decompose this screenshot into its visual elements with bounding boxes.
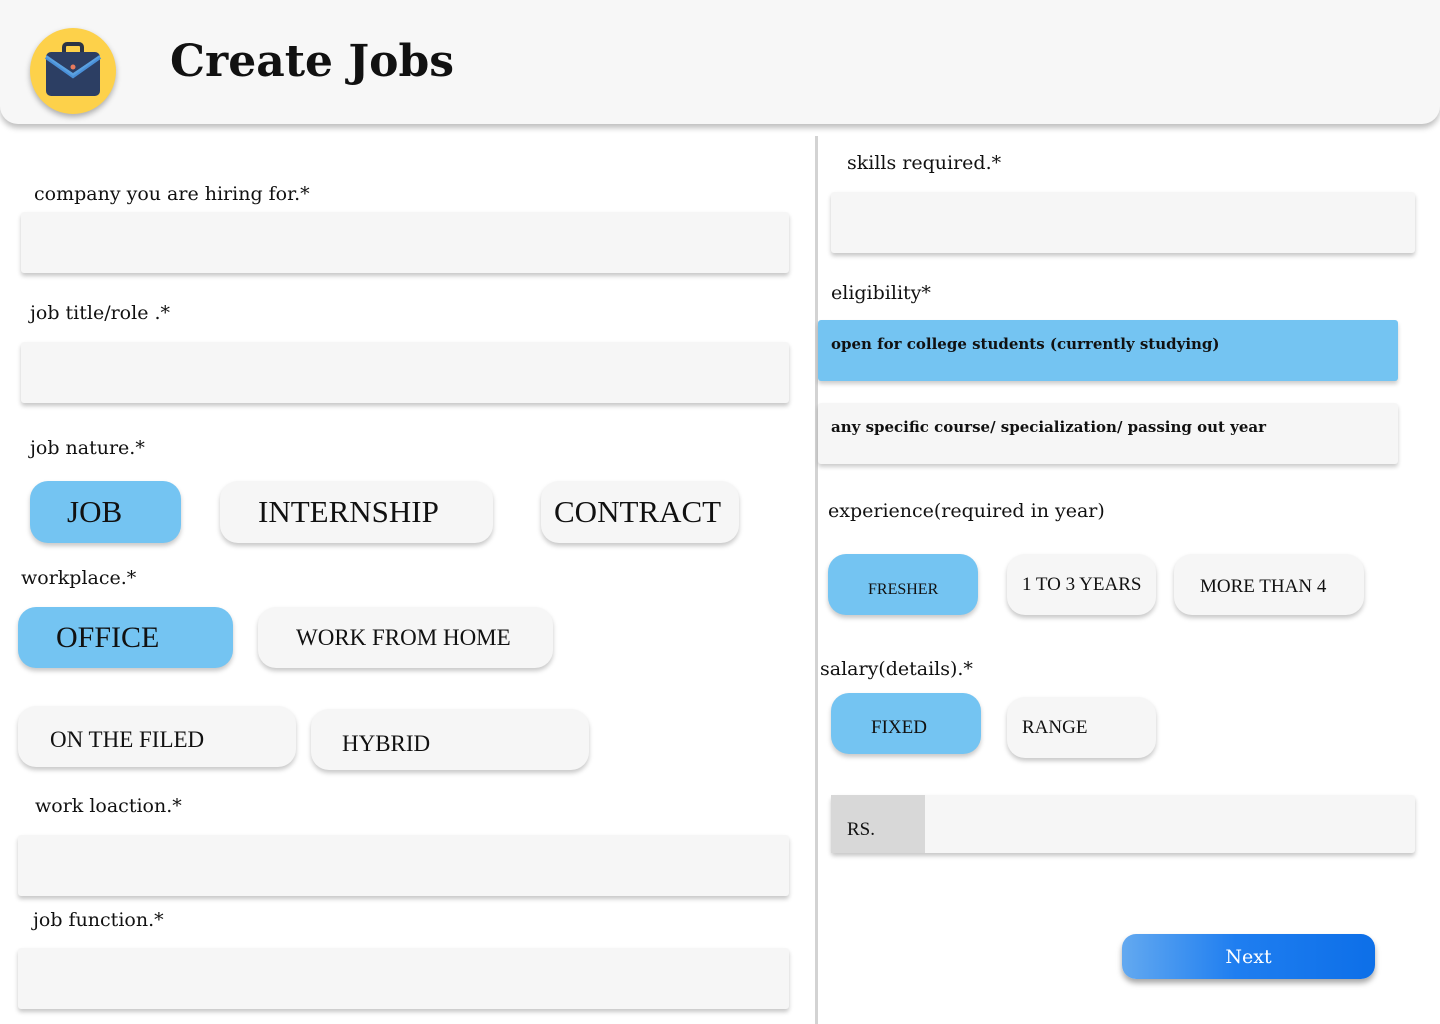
skills-input[interactable] bbox=[831, 192, 1415, 253]
column-divider bbox=[815, 136, 818, 1024]
salary-range-button[interactable]: RANGE bbox=[1007, 697, 1156, 758]
salary-label: salary(details).* bbox=[820, 658, 973, 680]
eligibility-label: eligibility* bbox=[831, 282, 931, 304]
skills-label: skills required.* bbox=[847, 152, 1002, 174]
experience-more-than-4-button[interactable]: MORE THAN 4 bbox=[1174, 554, 1364, 615]
job-title-label: job title/role .* bbox=[30, 302, 171, 324]
workplace-hybrid-button[interactable]: HYBRID bbox=[311, 709, 589, 770]
experience-1-to-3-button[interactable]: 1 TO 3 YEARS bbox=[1007, 554, 1156, 615]
page-header: Create Jobs bbox=[0, 0, 1440, 124]
workplace-label: workplace.* bbox=[21, 567, 137, 589]
job-function-label: job function.* bbox=[33, 909, 164, 931]
eligibility-specific-course-option[interactable]: any specific course/ specialization/ pas… bbox=[818, 403, 1398, 464]
salary-amount-input[interactable]: RS. bbox=[831, 795, 1415, 853]
salary-fixed-button[interactable]: FIXED bbox=[831, 693, 981, 754]
job-nature-job-button[interactable]: JOB bbox=[30, 481, 181, 543]
experience-label: experience(required in year) bbox=[828, 500, 1105, 522]
next-button[interactable]: Next bbox=[1122, 934, 1375, 979]
job-nature-label: job nature.* bbox=[30, 437, 145, 459]
page-title: Create Jobs bbox=[170, 36, 455, 87]
experience-fresher-button[interactable]: FRESHER bbox=[828, 554, 978, 615]
workplace-wfh-button[interactable]: WORK FROM HOME bbox=[258, 607, 553, 668]
eligibility-college-students-option[interactable]: open for college students (currently stu… bbox=[818, 320, 1398, 381]
workplace-office-button[interactable]: OFFICE bbox=[18, 607, 233, 668]
job-function-input[interactable] bbox=[18, 948, 789, 1009]
currency-prefix: RS. bbox=[831, 795, 925, 853]
work-location-label: work loaction.* bbox=[35, 795, 182, 817]
job-title-input[interactable] bbox=[21, 342, 789, 403]
briefcase-icon bbox=[44, 42, 102, 96]
company-label: company you are hiring for.* bbox=[34, 183, 310, 205]
work-location-input[interactable] bbox=[18, 835, 789, 896]
logo bbox=[30, 28, 116, 114]
workplace-on-field-button[interactable]: ON THE FILED bbox=[18, 706, 296, 767]
job-nature-internship-button[interactable]: INTERNSHIP bbox=[220, 481, 493, 543]
company-input[interactable] bbox=[21, 212, 789, 273]
job-nature-contract-button[interactable]: CONTRACT bbox=[541, 481, 739, 543]
